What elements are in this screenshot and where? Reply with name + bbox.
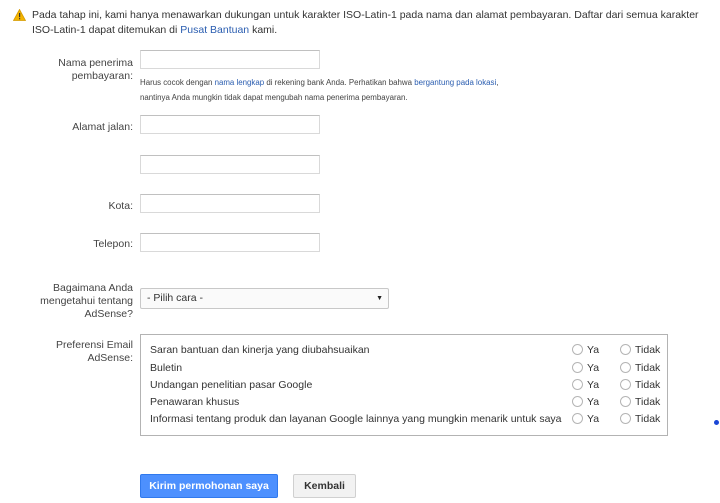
iso-latin-notice: Pada tahap ini, kami hanya menawarkan du… bbox=[13, 8, 713, 38]
preference-row: Penawaran khusus Ya Tidak bbox=[150, 394, 667, 411]
email-preferences-label: Preferensi Email AdSense: bbox=[55, 339, 133, 364]
dropdown-arrow-icon: ▼ bbox=[376, 295, 383, 302]
preference-yes-option[interactable]: Ya bbox=[572, 396, 599, 409]
radio-icon[interactable] bbox=[620, 362, 631, 373]
back-button[interactable]: Kembali bbox=[293, 474, 356, 498]
email-preferences-box: Saran bantuan dan kinerja yang diubahsua… bbox=[140, 334, 668, 436]
street-address-input-1[interactable] bbox=[140, 115, 320, 134]
preference-yes-option[interactable]: Ya bbox=[572, 379, 599, 392]
radio-icon[interactable] bbox=[572, 344, 583, 355]
preference-row: Informasi tentang produk dan layanan Goo… bbox=[150, 411, 667, 428]
preference-label: Buletin bbox=[150, 362, 183, 374]
blue-dot-marker bbox=[714, 420, 719, 425]
preference-no-option[interactable]: Tidak bbox=[620, 362, 660, 375]
preference-label: Undangan penelitian pasar Google bbox=[150, 379, 313, 391]
city-input[interactable] bbox=[140, 194, 320, 213]
help-center-link[interactable]: Pusat Bantuan bbox=[180, 24, 249, 36]
radio-icon[interactable] bbox=[572, 362, 583, 373]
location-dependent-link[interactable]: bergantung pada lokasi bbox=[414, 78, 496, 87]
preference-yes-option[interactable]: Ya bbox=[572, 413, 599, 426]
referral-source-label: Bagaimana Anda mengetahui tentang AdSens… bbox=[40, 282, 133, 320]
city-label: Kota: bbox=[108, 200, 133, 212]
street-address-input-2[interactable] bbox=[140, 155, 320, 174]
submit-application-button[interactable]: Kirim permohonan saya bbox=[140, 474, 278, 498]
warning-icon bbox=[13, 9, 26, 21]
preference-row: Saran bantuan dan kinerja yang diubahsua… bbox=[150, 342, 667, 359]
notice-text: Pada tahap ini, kami hanya menawarkan du… bbox=[32, 9, 699, 36]
preference-no-option[interactable]: Tidak bbox=[620, 379, 660, 392]
referral-source-selected: - Pilih cara - bbox=[147, 292, 204, 304]
radio-icon[interactable] bbox=[572, 413, 583, 424]
full-name-link[interactable]: nama lengkap bbox=[215, 78, 265, 87]
street-address-label: Alamat jalan: bbox=[72, 121, 133, 133]
preference-label: Penawaran khusus bbox=[150, 396, 240, 408]
preference-label: Saran bantuan dan kinerja yang diubahsua… bbox=[150, 344, 370, 356]
preference-yes-option[interactable]: Ya bbox=[572, 362, 599, 375]
radio-icon[interactable] bbox=[572, 396, 583, 407]
payee-name-label: Nama penerima pembayaran: bbox=[58, 57, 133, 82]
preference-yes-option[interactable]: Ya bbox=[572, 344, 599, 357]
preference-no-option[interactable]: Tidak bbox=[620, 413, 660, 426]
preference-no-option[interactable]: Tidak bbox=[620, 396, 660, 409]
phone-input[interactable] bbox=[140, 233, 320, 252]
payee-name-input[interactable] bbox=[140, 50, 320, 69]
radio-icon[interactable] bbox=[572, 379, 583, 390]
preference-row: Buletin Ya Tidak bbox=[150, 360, 667, 377]
phone-label: Telepon: bbox=[93, 238, 133, 250]
referral-source-select[interactable]: - Pilih cara - ▼ bbox=[140, 288, 389, 309]
radio-icon[interactable] bbox=[620, 379, 631, 390]
payee-name-hint: Harus cocok dengan nama lengkap di reken… bbox=[140, 78, 499, 102]
preference-label: Informasi tentang produk dan layanan Goo… bbox=[150, 413, 562, 425]
preference-no-option[interactable]: Tidak bbox=[620, 344, 660, 357]
radio-icon[interactable] bbox=[620, 344, 631, 355]
radio-icon[interactable] bbox=[620, 413, 631, 424]
radio-icon[interactable] bbox=[620, 396, 631, 407]
preference-row: Undangan penelitian pasar Google Ya Tida… bbox=[150, 377, 667, 394]
